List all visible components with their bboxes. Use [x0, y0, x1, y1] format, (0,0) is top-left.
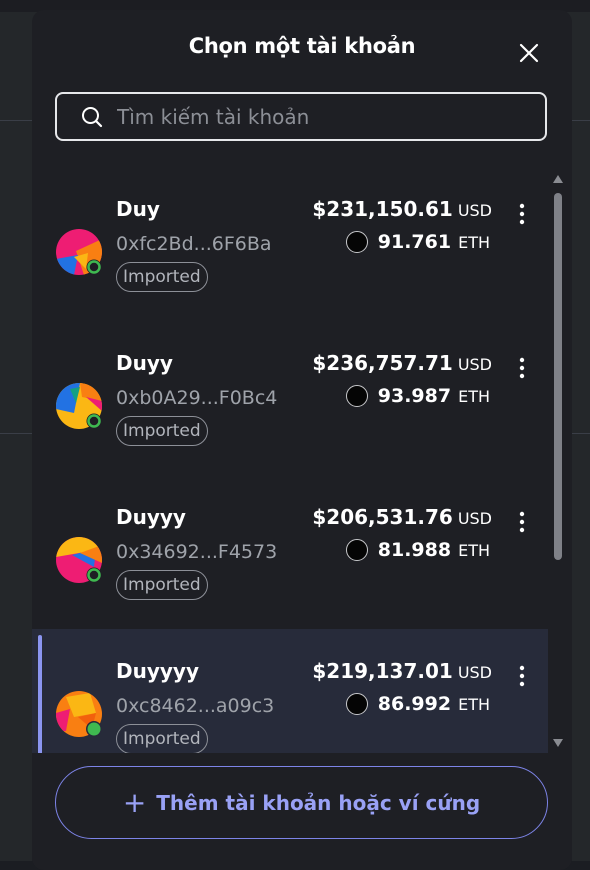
account-picker-modal: Chọn một tài khoản Du — [32, 10, 572, 870]
account-row-selected[interactable]: Duyyyy 0xc8462...a09c3 Imported $219,137… — [32, 629, 548, 753]
modal-title: Chọn một tài khoản — [188, 34, 416, 58]
imported-badge: Imported — [116, 570, 208, 600]
account-address: 0xb0A29...F0Bc4 — [116, 387, 278, 409]
scrollbar-thumb[interactable] — [554, 193, 562, 560]
fiat-balance: $231,150.61 USD — [312, 197, 492, 221]
more-options-icon[interactable] — [512, 203, 532, 225]
crypto-balance: 86.992 ETH — [345, 693, 490, 715]
fiat-amount: $231,150.61 — [312, 197, 453, 221]
imported-badge: Imported — [116, 416, 208, 446]
account-address: 0x34692...F4573 — [116, 541, 278, 563]
account-list: Duy 0xfc2Bd...6F6Ba Imported $231,150.61… — [32, 167, 572, 753]
account-row[interactable]: Duyy 0xb0A29...F0Bc4 Imported $236,757.7… — [32, 321, 548, 475]
account-name: Duy — [116, 197, 160, 221]
add-account-label: Thêm tài khoản hoặc ví cứng — [156, 790, 481, 815]
scroll-down-arrow-icon[interactable] — [552, 738, 564, 748]
fiat-amount: $206,531.76 — [312, 505, 453, 529]
eth-token-icon — [345, 693, 368, 715]
account-name: Duyyy — [116, 505, 186, 529]
crypto-balance: 91.761 ETH — [345, 231, 490, 253]
imported-badge: Imported — [116, 724, 208, 753]
crypto-amount: 93.987 — [377, 385, 452, 407]
account-address: 0xc8462...a09c3 — [116, 695, 275, 717]
fiat-balance: $219,137.01 USD — [312, 659, 492, 683]
fiat-balance: $206,531.76 USD — [312, 505, 492, 529]
search-input[interactable] — [115, 103, 545, 130]
fiat-unit: USD — [457, 355, 492, 374]
account-name: Duyy — [116, 351, 173, 375]
crypto-amount: 86.992 — [377, 693, 452, 715]
crypto-amount: 91.761 — [377, 231, 452, 253]
modal-footer: + Thêm tài khoản hoặc ví cứng — [32, 754, 572, 870]
crypto-balance: 81.988 ETH — [345, 539, 490, 561]
close-button[interactable] — [514, 38, 544, 68]
fiat-amount: $236,757.71 — [312, 351, 453, 375]
plus-icon: + — [122, 786, 147, 819]
account-avatar-icon — [56, 691, 102, 737]
account-avatar-icon — [56, 383, 102, 429]
add-account-button[interactable]: + Thêm tài khoản hoặc ví cứng — [55, 766, 548, 839]
more-options-icon[interactable] — [512, 511, 532, 533]
fiat-unit: USD — [457, 663, 492, 682]
selected-indicator — [38, 635, 42, 753]
more-options-icon[interactable] — [512, 665, 532, 687]
scroll-up-arrow-icon[interactable] — [552, 174, 564, 184]
close-icon — [519, 43, 539, 63]
fiat-balance: $236,757.71 USD — [312, 351, 492, 375]
fiat-amount: $219,137.01 — [312, 659, 453, 683]
account-row[interactable]: Duy 0xfc2Bd...6F6Ba Imported $231,150.61… — [32, 167, 548, 321]
fiat-unit: USD — [457, 201, 492, 220]
crypto-unit: ETH — [458, 386, 490, 406]
crypto-unit: ETH — [458, 540, 490, 560]
eth-token-icon — [345, 385, 368, 407]
fiat-unit: USD — [457, 509, 492, 528]
account-address: 0xfc2Bd...6F6Ba — [116, 233, 272, 255]
imported-badge: Imported — [116, 262, 208, 292]
search-box[interactable] — [55, 92, 547, 141]
crypto-balance: 93.987 ETH — [345, 385, 490, 407]
scrollbar[interactable] — [550, 170, 566, 752]
account-name: Duyyyy — [116, 659, 199, 683]
account-avatar-icon — [56, 229, 102, 275]
search-icon — [82, 106, 103, 127]
account-row[interactable]: Duyyy 0x34692...F4573 Imported $206,531.… — [32, 475, 548, 629]
crypto-unit: ETH — [458, 232, 490, 252]
eth-token-icon — [345, 539, 368, 561]
crypto-unit: ETH — [458, 694, 490, 714]
crypto-amount: 81.988 — [377, 539, 452, 561]
account-avatar-icon — [56, 537, 102, 583]
eth-token-icon — [345, 231, 368, 253]
more-options-icon[interactable] — [512, 357, 532, 379]
